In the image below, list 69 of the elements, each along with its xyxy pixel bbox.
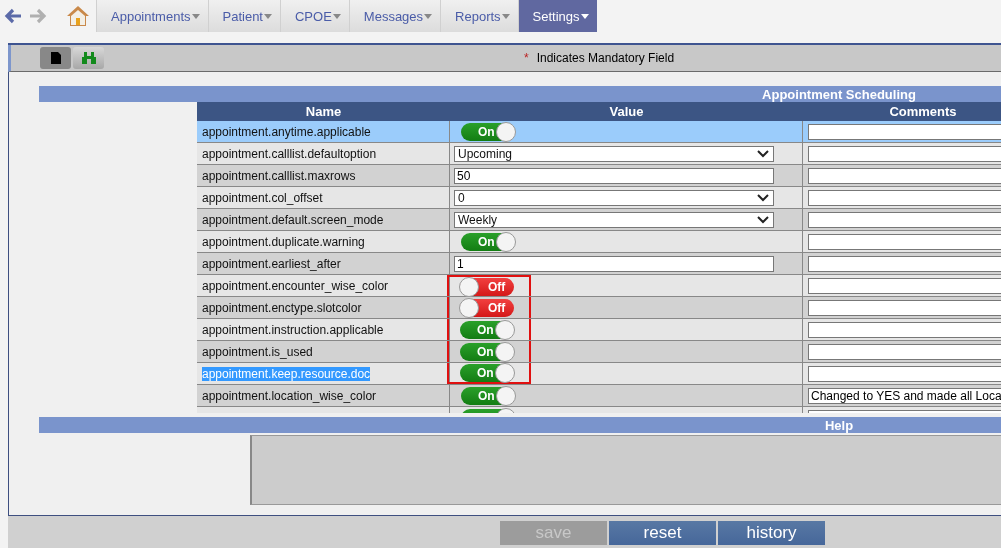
setting-name: appointment.encounter_wise_color (202, 278, 389, 293)
comment-field[interactable] (808, 321, 1001, 338)
setting-name: appointment.duplicate.warning (202, 234, 365, 249)
column-header: Value (608, 103, 645, 121)
comment-field[interactable] (808, 299, 1001, 316)
comment-field[interactable] (808, 343, 1001, 360)
comment-field[interactable] (808, 145, 1001, 162)
setting-name: appointment.location_wise_color (202, 388, 377, 403)
comment-field[interactable] (808, 365, 1001, 382)
setting-name: appointment.anytime.applicable (202, 124, 371, 139)
chevron-down-icon (757, 215, 769, 224)
comment-field[interactable] (808, 167, 1001, 184)
caret-icon (424, 13, 433, 19)
comment-field[interactable] (808, 233, 1001, 250)
caret-icon (332, 13, 341, 19)
setting-name: appointment.default.screen_mode (202, 212, 384, 227)
chevron-down-icon (757, 149, 769, 158)
setting-name: appointment.is_used (202, 344, 313, 359)
column-header: Comments (888, 103, 958, 121)
menu-tab[interactable]: Settings (517, 0, 597, 32)
toggle-switch[interactable]: On (460, 320, 514, 339)
menu-tab[interactable]: Appointments (96, 0, 208, 32)
menu-tab[interactable]: CPOE (280, 0, 349, 32)
action-button[interactable]: history (718, 521, 825, 545)
toggle-switch[interactable]: On (461, 386, 515, 405)
caret-icon (191, 13, 200, 19)
help-title: Help (824, 417, 854, 433)
setting-name: appointment.calllist.maxrows (202, 168, 356, 183)
setting-name: appointment.earliest_after (202, 256, 341, 271)
caret-icon (501, 13, 510, 19)
setting-name: appointment.enctype.slotcolor (202, 300, 362, 315)
input-field[interactable]: 50 (454, 167, 774, 184)
comment-field[interactable] (808, 211, 1001, 228)
toggle-switch[interactable]: On (460, 342, 514, 361)
mandatory-note: Indicates Mandatory Field (536, 51, 675, 65)
column-header: Name (304, 103, 343, 121)
comment-field[interactable] (808, 255, 1001, 272)
new-document-button[interactable] (40, 47, 71, 69)
comment-field[interactable]: Changed to YES and made all Loca (808, 387, 1001, 404)
caret-icon (580, 13, 589, 19)
home-icon[interactable] (66, 4, 90, 28)
toggle-switch[interactable]: On (461, 122, 515, 141)
input-field[interactable]: 1 (454, 255, 774, 272)
menu-tab[interactable]: Reports (440, 0, 518, 32)
action-button[interactable]: reset (609, 521, 716, 545)
toggle-switch[interactable]: Off (460, 298, 514, 317)
menu-tab[interactable]: Messages (348, 0, 441, 32)
setting-name: appointment.col_offset (202, 190, 323, 205)
comment-field[interactable] (808, 123, 1001, 140)
toggle-switch[interactable]: Off (460, 277, 514, 296)
toggle-switch[interactable]: On (460, 363, 514, 382)
section-title: Appointment Scheduling (762, 86, 916, 102)
setting-name: appointment.calllist.defaultoption (202, 146, 377, 161)
chevron-down-icon (757, 193, 769, 202)
dropdown[interactable]: Weekly (454, 211, 774, 228)
binoculars-icon (80, 51, 97, 65)
find-button[interactable] (73, 47, 104, 69)
comment-field[interactable] (808, 189, 1001, 206)
menu-tab[interactable]: Patient (207, 0, 280, 32)
document-icon (50, 52, 61, 64)
toggle-switch[interactable]: On (461, 232, 515, 251)
setting-name: appointment.keep.resource.doc (202, 366, 371, 381)
caret-icon (264, 13, 272, 19)
back-arrow-icon[interactable] (3, 6, 23, 26)
dropdown[interactable]: 0 (454, 189, 774, 206)
dropdown[interactable]: Upcoming (454, 145, 774, 162)
mandatory-asterisk: * (524, 51, 529, 65)
comment-field[interactable] (808, 277, 1001, 294)
setting-name: appointment.instruction.applicable (202, 322, 384, 337)
